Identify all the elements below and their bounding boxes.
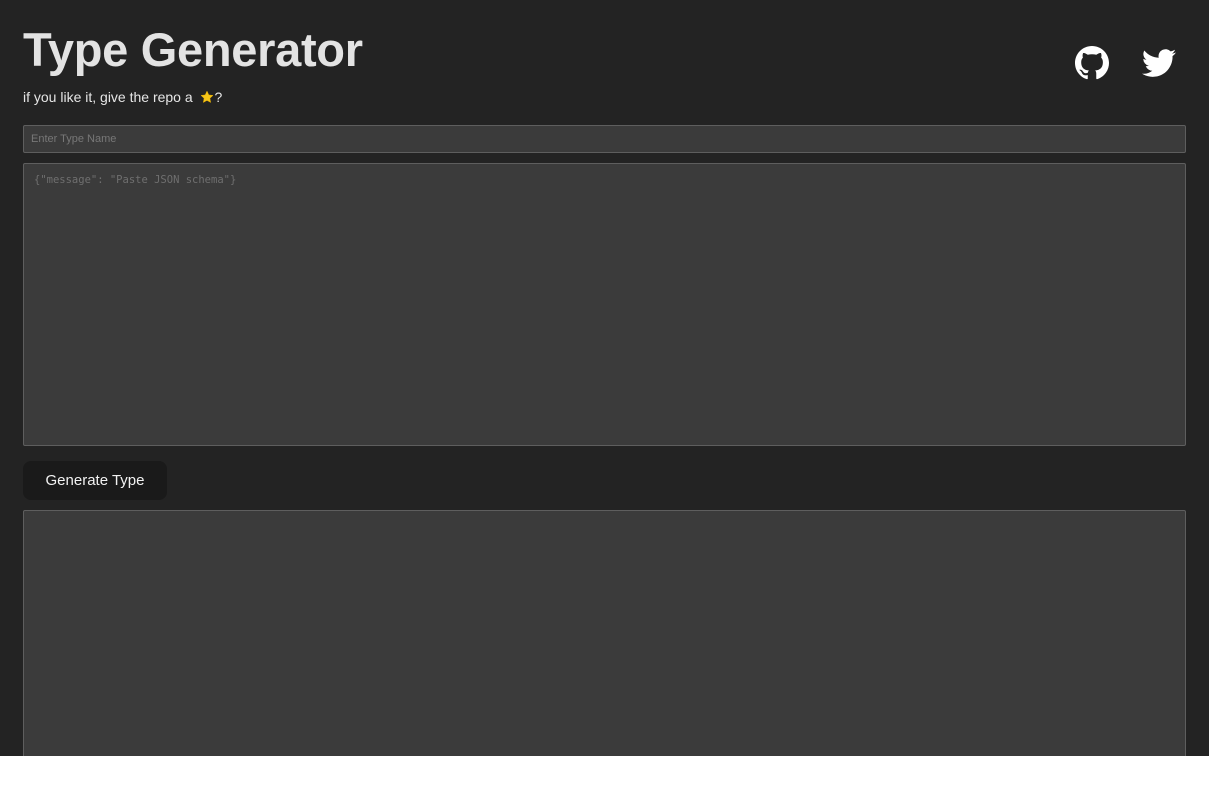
subtitle: if you like it, give the repo a ? xyxy=(23,88,222,106)
star-icon xyxy=(200,90,213,103)
subtitle-text: if you like it, give the repo a xyxy=(23,89,197,105)
twitter-icon xyxy=(1142,49,1176,77)
app-page: Type Generator if you like it, give the … xyxy=(0,0,1209,756)
type-name-input[interactable] xyxy=(23,125,1186,153)
github-icon xyxy=(1075,46,1109,80)
generate-type-button[interactable]: Generate Type xyxy=(23,461,167,500)
subtitle-suffix: ? xyxy=(214,89,223,105)
twitter-link[interactable] xyxy=(1142,46,1176,80)
generated-type-output[interactable] xyxy=(23,510,1186,756)
json-schema-textarea[interactable] xyxy=(23,163,1186,446)
page-title: Type Generator xyxy=(23,23,363,76)
github-link[interactable] xyxy=(1075,46,1109,80)
